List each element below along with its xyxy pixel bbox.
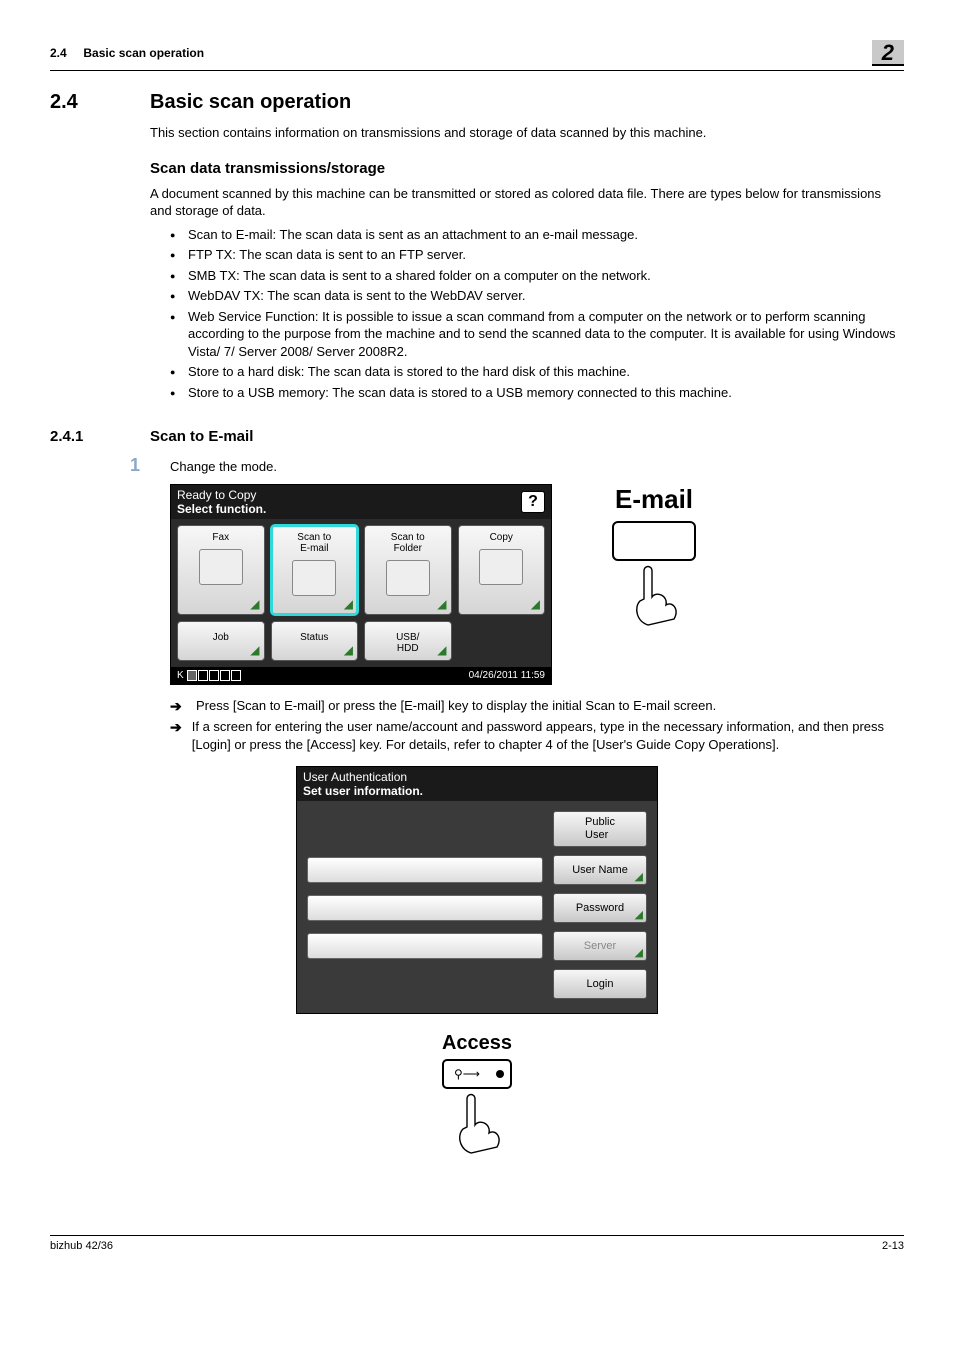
login-button[interactable]: Login <box>553 969 647 999</box>
hardware-key-email: E-mail <box>612 484 696 630</box>
key-glyph-icon: ⚲⟶ <box>454 1067 480 1081</box>
bullet-item: Web Service Function: It is possible to … <box>170 308 904 361</box>
key-outline: ⚲⟶ <box>442 1059 512 1089</box>
note-text: Press [Scan to E-mail] or press the [E-m… <box>196 697 716 716</box>
bullet-item: FTP TX: The scan data is sent to an FTP … <box>170 246 904 264</box>
tile-label: Fax <box>178 532 264 543</box>
corner-mark-icon: ◢ <box>437 597 446 611</box>
fax-icon <box>199 549 243 585</box>
user-name-button[interactable]: User Name ◢ <box>553 855 647 885</box>
key-dot-icon <box>496 1070 504 1078</box>
corner-mark-icon: ◢ <box>344 643 353 657</box>
password-field[interactable] <box>307 895 543 921</box>
button-label: Server <box>584 940 616 952</box>
username-field[interactable] <box>307 857 543 883</box>
step-notes: ➔ Press [Scan to E-mail] or press the [E… <box>170 697 904 754</box>
arrow-icon: ➔ <box>170 697 186 716</box>
server-field[interactable] <box>307 933 543 959</box>
note-text: If a screen for entering the user name/a… <box>192 718 904 753</box>
hand-press-icon <box>626 561 682 627</box>
tile-usb-hdd[interactable]: USB/ HDD ◢ <box>364 621 452 661</box>
footer-right: 2-13 <box>882 1240 904 1252</box>
step-number: 1 <box>130 455 150 476</box>
running-header: 2.4 Basic scan operation 2 <box>50 40 904 71</box>
button-label: Login <box>587 978 614 990</box>
button-label: User Name <box>572 864 628 876</box>
tile-fax[interactable]: Fax ◢ <box>177 525 265 615</box>
copy-icon <box>479 549 523 585</box>
tile-scan-to-email[interactable]: Scan to E-mail ◢ <box>271 525 359 615</box>
step-row: 1 Change the mode. <box>130 455 904 476</box>
screen-title-line1: Ready to Copy <box>177 488 266 502</box>
tile-label: Copy <box>459 532 545 543</box>
email-icon <box>292 560 336 596</box>
screen-title-line2: Set user information. <box>303 784 651 798</box>
footer-left: bizhub 42/36 <box>50 1240 113 1252</box>
bullet-item: Store to a hard disk: The scan data is s… <box>170 363 904 381</box>
hand-press-icon <box>449 1089 505 1155</box>
key-label: E-mail <box>612 484 696 515</box>
button-label: Password <box>576 902 624 914</box>
toner-indicator: K <box>177 670 241 681</box>
corner-mark-icon: ◢ <box>635 946 643 959</box>
screen-title-line2: Select function. <box>177 502 266 516</box>
corner-mark-icon: ◢ <box>250 597 259 611</box>
bullet-list: Scan to E-mail: The scan data is sent as… <box>150 226 904 402</box>
hardware-key-access: Access ⚲⟶ <box>417 1032 537 1158</box>
screen-timestamp: 04/26/2011 11:59 <box>469 670 545 681</box>
arrow-icon: ➔ <box>170 718 182 753</box>
key-outline <box>612 521 696 561</box>
subsection-heading: Scan data transmissions/storage <box>150 160 904 177</box>
subsection-intro: A document scanned by this machine can b… <box>150 185 904 220</box>
help-button[interactable]: ? <box>521 491 545 513</box>
corner-mark-icon: ◢ <box>635 908 643 921</box>
tile-scan-to-folder[interactable]: Scan to Folder ◢ <box>364 525 452 615</box>
step-text: Change the mode. <box>170 455 277 476</box>
bullet-item: Scan to E-mail: The scan data is sent as… <box>170 226 904 244</box>
subsubsection-num: 2.4.1 <box>50 428 120 445</box>
runhead-section-title: Basic scan operation <box>83 46 204 60</box>
key-label: Access <box>417 1032 537 1055</box>
tile-label: Status <box>272 632 358 643</box>
section-intro: This section contains information on tra… <box>150 124 904 142</box>
button-label: Public User <box>585 816 615 840</box>
tile-label: Scan to Folder <box>365 532 451 554</box>
device-screen-mode-select: Ready to Copy Select function. ? Fax ◢ S… <box>170 484 552 685</box>
corner-mark-icon: ◢ <box>250 643 259 657</box>
corner-mark-icon: ◢ <box>635 870 643 883</box>
corner-mark-icon: ◢ <box>344 597 353 611</box>
toner-label: K <box>177 670 184 681</box>
screen-title-line1: User Authentication <box>303 770 651 784</box>
corner-mark-icon: ◢ <box>531 597 540 611</box>
tile-label: Job <box>178 632 264 643</box>
device-screen-user-auth: User Authentication Set user information… <box>296 766 658 1014</box>
tile-label: Scan to E-mail <box>272 532 358 554</box>
section-heading-title: Basic scan operation <box>150 91 351 114</box>
section-heading: 2.4 Basic scan operation <box>50 91 904 114</box>
bullet-item: SMB TX: The scan data is sent to a share… <box>170 267 904 285</box>
chapter-badge: 2 <box>872 40 904 66</box>
section-heading-num: 2.4 <box>50 91 120 114</box>
page-footer: bizhub 42/36 2-13 <box>50 1235 904 1252</box>
subsubsection-title: Scan to E-mail <box>150 428 253 445</box>
bullet-item: Store to a USB memory: The scan data is … <box>170 384 904 402</box>
tile-copy[interactable]: Copy ◢ <box>458 525 546 615</box>
bullet-item: WebDAV TX: The scan data is sent to the … <box>170 287 904 305</box>
folder-icon <box>386 560 430 596</box>
tile-status[interactable]: Status ◢ <box>271 621 359 661</box>
corner-mark-icon: ◢ <box>437 643 446 657</box>
password-button[interactable]: Password ◢ <box>553 893 647 923</box>
server-button[interactable]: Server ◢ <box>553 931 647 961</box>
subsubsection-heading: 2.4.1 Scan to E-mail <box>50 428 904 445</box>
tile-job[interactable]: Job ◢ <box>177 621 265 661</box>
public-user-button[interactable]: Public User <box>553 811 647 847</box>
runhead-section-num: 2.4 <box>50 46 67 60</box>
